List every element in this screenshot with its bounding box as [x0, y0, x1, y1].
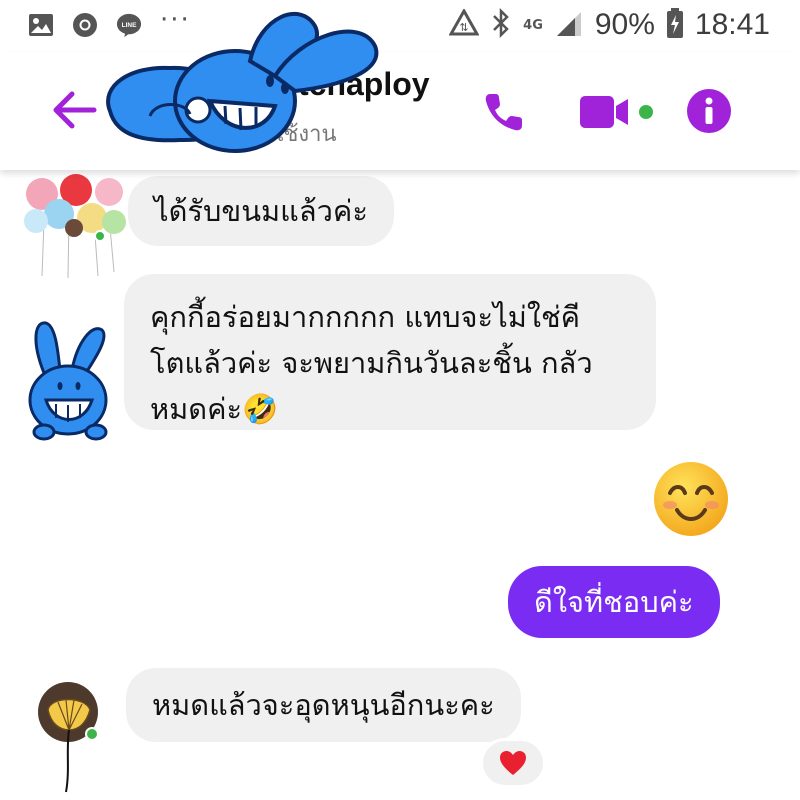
battery-icon: [666, 8, 683, 42]
phone-icon: [485, 94, 522, 131]
incoming-message[interactable]: คุกกี้อร่อยมากกกกก แทบจะไม่ใช่คี โตแล้วค…: [124, 274, 656, 430]
info-icon: [687, 89, 731, 133]
incoming-message[interactable]: หมดแล้วจะอุดหนุนอีกนะคะ: [126, 668, 521, 742]
network-type: 4G: [523, 17, 543, 33]
message-line: คุกกี้อร่อยมากกกกก แทบจะไม่ใช่คี: [150, 300, 581, 334]
gallery-icon: [28, 12, 54, 38]
blue-bunny-sticker-icon: [106, 12, 379, 153]
info-button[interactable]: [686, 88, 732, 134]
svg-text:⇅: ⇅: [460, 21, 469, 34]
chat-header: tchaploy งใช้งาน: [0, 12, 800, 170]
outgoing-emoji-message[interactable]: [652, 460, 730, 538]
balloons-icon: [24, 174, 126, 279]
bluetooth-icon: [491, 7, 511, 42]
message-line: หมดค่ะ🤣: [150, 392, 279, 426]
incoming-message[interactable]: ได้รับขนมแล้วค่ะ: [128, 176, 394, 246]
contact-avatar[interactable]: [60, 6, 390, 166]
bunny-avatar[interactable]: [22, 318, 114, 444]
flower-avatar[interactable]: [36, 680, 104, 796]
blue-bunny-icon: [28, 321, 108, 441]
battery-percent: 90%: [594, 8, 655, 41]
clock: 18:41: [694, 8, 770, 41]
video-call-button[interactable]: [578, 94, 656, 130]
video-camera-icon: [580, 96, 653, 128]
ginkgo-flower-icon: [38, 682, 99, 793]
message-line: โตแล้วค่ะ จะพยามกินวันละชิ้น กลัว: [150, 346, 593, 380]
data-saver-icon: ⇅: [448, 7, 480, 41]
heart-icon: [500, 751, 526, 775]
heart-reaction[interactable]: [480, 738, 546, 788]
system-indicators: ⇅ 4G 90% 18:41: [448, 7, 770, 42]
signal-icon: [555, 9, 583, 41]
smiling-face-emoji-icon: [654, 462, 728, 536]
outgoing-message[interactable]: ดีใจที่ชอบค่ะ: [508, 566, 720, 638]
balloons-avatar[interactable]: [14, 166, 126, 279]
voice-call-button[interactable]: [482, 90, 526, 134]
